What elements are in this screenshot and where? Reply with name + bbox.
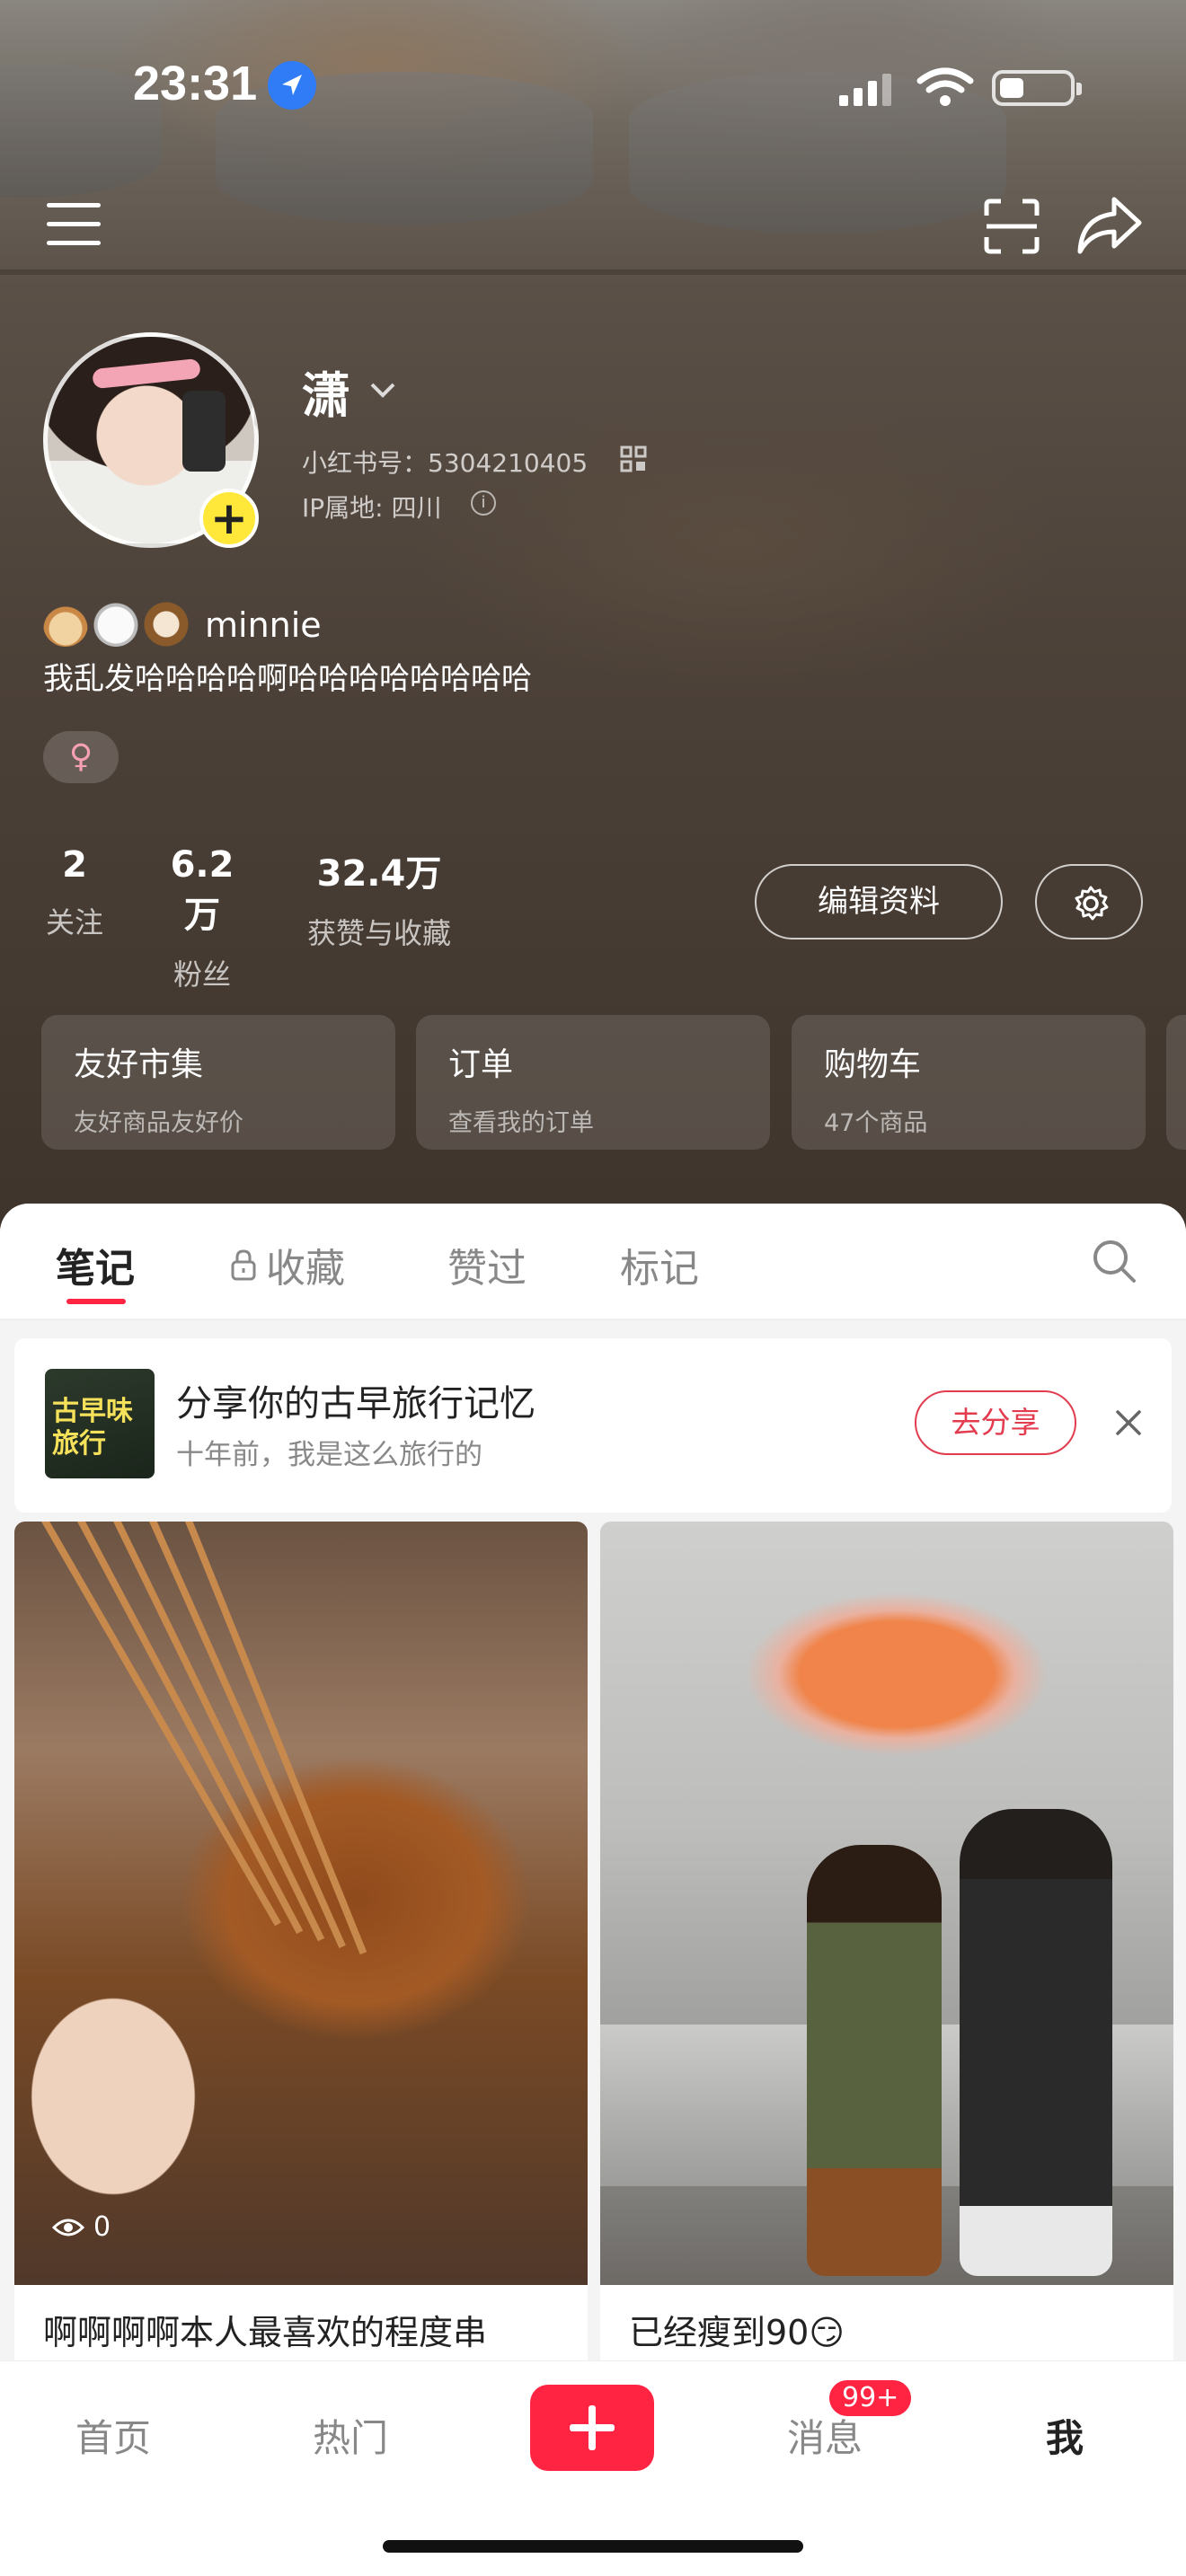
close-icon[interactable] (1112, 1407, 1145, 1439)
tab-hot[interactable]: 热门 (313, 2408, 388, 2463)
quick-card-cart[interactable]: 购物车 47个商品 (792, 1015, 1146, 1150)
tab-marked[interactable]: 标记 (620, 1236, 699, 1293)
view-count-value: 0 (93, 2211, 111, 2243)
tab-home[interactable]: 首页 (75, 2408, 151, 2463)
quick-card-title: 友好市集 (74, 1046, 204, 1083)
tab-label: 收藏 (266, 1246, 345, 1292)
home-indicator (383, 2540, 803, 2553)
edit-profile-button[interactable]: 编辑资料 (755, 864, 1003, 940)
tab-collections[interactable]: 收藏 (230, 1236, 345, 1293)
create-post-button[interactable] (530, 2385, 654, 2471)
tab-me[interactable]: 我 (1046, 2408, 1084, 2463)
username: 潇 (302, 367, 350, 424)
quick-card-orders[interactable]: 订单 查看我的订单 (416, 1015, 770, 1150)
status-bar: 23:31 (0, 0, 1186, 171)
stat-label: 获赞与收藏 (306, 916, 451, 950)
promo-thumb-text: 古早味旅行 (52, 1396, 133, 1460)
quick-card-market[interactable]: 友好市集 友好商品友好价 (41, 1015, 395, 1150)
stat-label: 粉丝 (173, 957, 231, 992)
lock-icon (231, 1249, 256, 1281)
tab-notes[interactable]: 笔记 (56, 1236, 135, 1293)
bio-name: minnie (205, 605, 322, 645)
stat-value: 6.2万 (170, 844, 235, 936)
gender-badge: ♀ (43, 731, 119, 783)
top-nav (0, 180, 1186, 278)
rice-bowl-icon (93, 602, 138, 647)
stat-value: 32.4万 (316, 853, 442, 895)
note-cover-image (14, 1522, 588, 2285)
stat-label: 关注 (45, 905, 103, 940)
note-title: 啊啊啊啊本人最喜欢的程度串 (43, 2313, 488, 2352)
gear-icon (1075, 886, 1109, 921)
qr-code-icon[interactable] (620, 446, 647, 472)
scan-icon[interactable] (983, 198, 1040, 255)
info-icon[interactable]: i (471, 490, 496, 516)
quick-card-title: 订单 (448, 1046, 514, 1083)
quick-card-more[interactable] (1166, 1015, 1186, 1150)
profile-header: 23:31 + 潇 小红书号：5304210405 IP属地: 四川 i min… (0, 0, 1186, 1239)
promo-title: 分享你的古早旅行记忆 (176, 1383, 535, 1425)
content-panel: 笔记 收藏 赞过 标记 古早味旅行 分享你的古早旅行记忆 十年前，我是这么旅行的… (0, 1204, 1186, 2371)
quick-card-subtitle: 查看我的订单 (448, 1109, 594, 1137)
note-title: 已经瘦到90😏 (629, 2313, 845, 2352)
quick-card-subtitle: 47个商品 (824, 1109, 928, 1137)
search-icon[interactable] (1091, 1238, 1137, 1284)
stat-following[interactable]: 2 关注 (43, 844, 106, 941)
menu-icon[interactable] (47, 203, 101, 248)
stat-followers[interactable]: 6.2万 粉丝 (153, 844, 252, 993)
stat-likes-collects[interactable]: 32.4万 获赞与收藏 (298, 844, 460, 952)
stat-value: 2 (62, 844, 87, 886)
tab-liked[interactable]: 赞过 (447, 1236, 527, 1293)
view-count: 0 (52, 2211, 111, 2243)
chevron-down-icon[interactable] (367, 379, 399, 401)
note-card[interactable]: 已经瘦到90😏 (600, 1522, 1173, 2371)
status-time: 23:31 (133, 57, 258, 110)
cellular-signal-icon (839, 74, 891, 106)
wifi-icon (916, 67, 974, 106)
share-now-button[interactable]: 去分享 (915, 1390, 1076, 1455)
note-cover-image (600, 1522, 1173, 2285)
location-arrow-icon (268, 61, 316, 110)
promo-subtitle: 十年前，我是这么旅行的 (176, 1439, 482, 1471)
noodle-bowl-icon (43, 602, 88, 647)
battery-icon (992, 70, 1082, 106)
settings-button[interactable] (1035, 864, 1143, 940)
promo-banner[interactable]: 古早味旅行 分享你的古早旅行记忆 十年前，我是这么旅行的 去分享 (14, 1338, 1172, 1513)
eye-icon (52, 2219, 84, 2236)
bio-emojis (43, 602, 189, 647)
ip-location: IP属地: 四川 (302, 493, 442, 523)
bio-text: 我乱发哈哈哈哈啊哈哈哈哈哈哈哈哈 (43, 661, 532, 697)
quick-card-subtitle: 友好商品友好价 (74, 1109, 243, 1137)
active-tab-indicator (66, 1299, 126, 1304)
dog-face-icon (144, 602, 189, 647)
promo-thumbnail: 古早味旅行 (45, 1369, 155, 1478)
profile-tabs: 笔记 收藏 赞过 标记 (0, 1204, 1186, 1320)
quick-card-title: 购物车 (824, 1046, 922, 1083)
xhs-id: 小红书号：5304210405 (302, 448, 589, 478)
message-badge: 99+ (827, 2378, 915, 2419)
share-icon[interactable] (1075, 194, 1143, 257)
add-story-button[interactable]: + (199, 489, 259, 548)
note-card[interactable]: 0 啊啊啊啊本人最喜欢的程度串 (14, 1522, 588, 2371)
